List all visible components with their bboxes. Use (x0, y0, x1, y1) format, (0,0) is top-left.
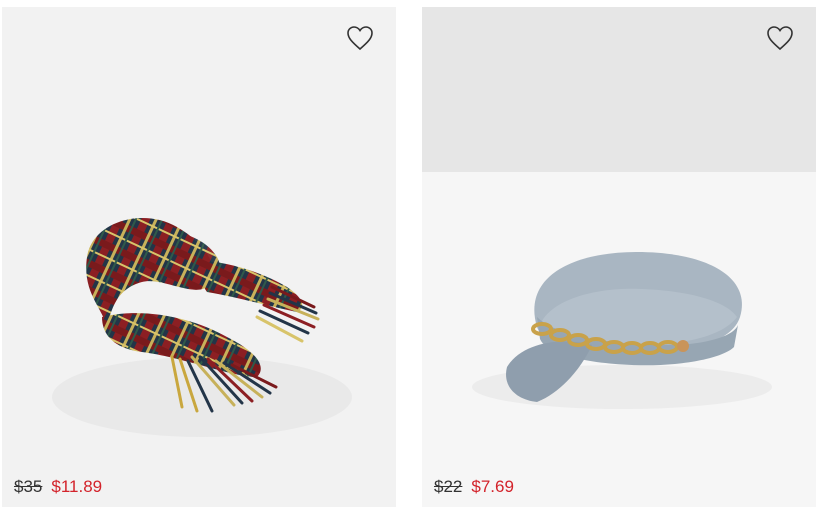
heart-outline-icon (767, 26, 793, 51)
product-grid: $35 $11.89 $22 $7.69 (0, 0, 820, 512)
sale-price: $7.69 (471, 477, 514, 496)
product-card[interactable]: $35 $11.89 (2, 7, 396, 507)
sale-price: $11.89 (51, 477, 103, 496)
original-price: $35 (14, 477, 43, 496)
original-price: $22 (434, 477, 463, 496)
product-image-cap[interactable] (422, 7, 816, 507)
wishlist-heart-button[interactable] (766, 25, 794, 51)
price-row: $22 $7.69 (434, 477, 514, 497)
product-card[interactable]: $22 $7.69 (422, 7, 816, 507)
product-image-scarf[interactable] (2, 7, 396, 507)
price-row: $35 $11.89 (14, 477, 102, 497)
heart-outline-icon (347, 26, 373, 51)
wishlist-heart-button[interactable] (346, 25, 374, 51)
